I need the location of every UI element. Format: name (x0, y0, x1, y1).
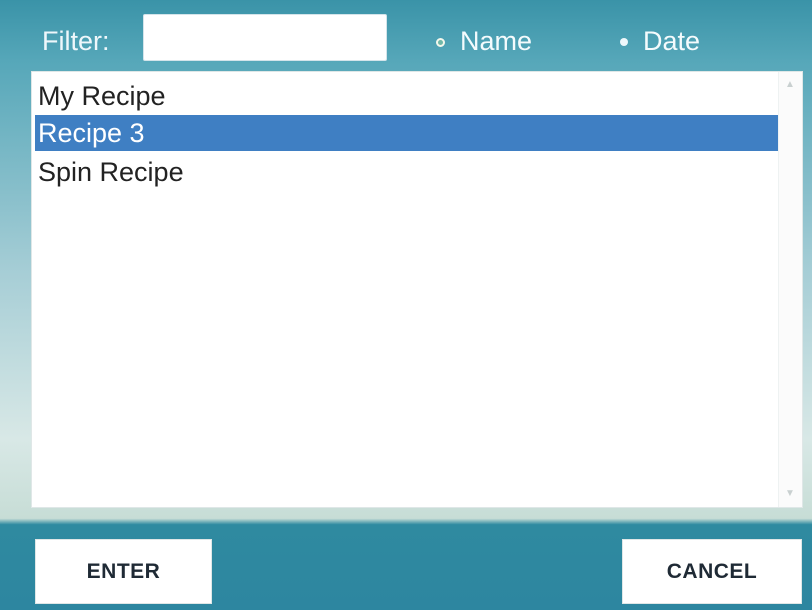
recipe-selection-dialog: Filter: Name Date My Recipe Recipe 3 Spi… (0, 0, 812, 610)
list-scrollbar[interactable]: ▲ ▼ (778, 72, 802, 507)
radio-selected-icon (436, 37, 445, 47)
list-item[interactable]: Spin Recipe (35, 154, 782, 190)
recipe-list[interactable]: My Recipe Recipe 3 Spin Recipe ▲ ▼ (31, 71, 803, 508)
dialog-footer: ENTER CANCEL (0, 523, 812, 610)
sort-by-date-label: Date (643, 26, 701, 56)
radio-unselected-icon (620, 38, 628, 46)
sort-by-name-radio[interactable]: Name (436, 26, 532, 56)
cancel-button[interactable]: CANCEL (622, 539, 802, 604)
scroll-down-arrow-icon[interactable]: ▼ (785, 489, 795, 499)
filter-row: Filter: Name Date (0, 0, 812, 72)
enter-button[interactable]: ENTER (35, 539, 212, 604)
list-item[interactable]: My Recipe (35, 78, 782, 114)
sort-by-date-radio[interactable]: Date (620, 26, 700, 56)
filter-label: Filter: (42, 26, 110, 56)
filter-input[interactable] (143, 14, 387, 61)
scroll-up-arrow-icon[interactable]: ▲ (785, 80, 795, 90)
sort-by-name-label: Name (460, 26, 533, 56)
list-item-selected[interactable]: Recipe 3 (35, 115, 782, 151)
